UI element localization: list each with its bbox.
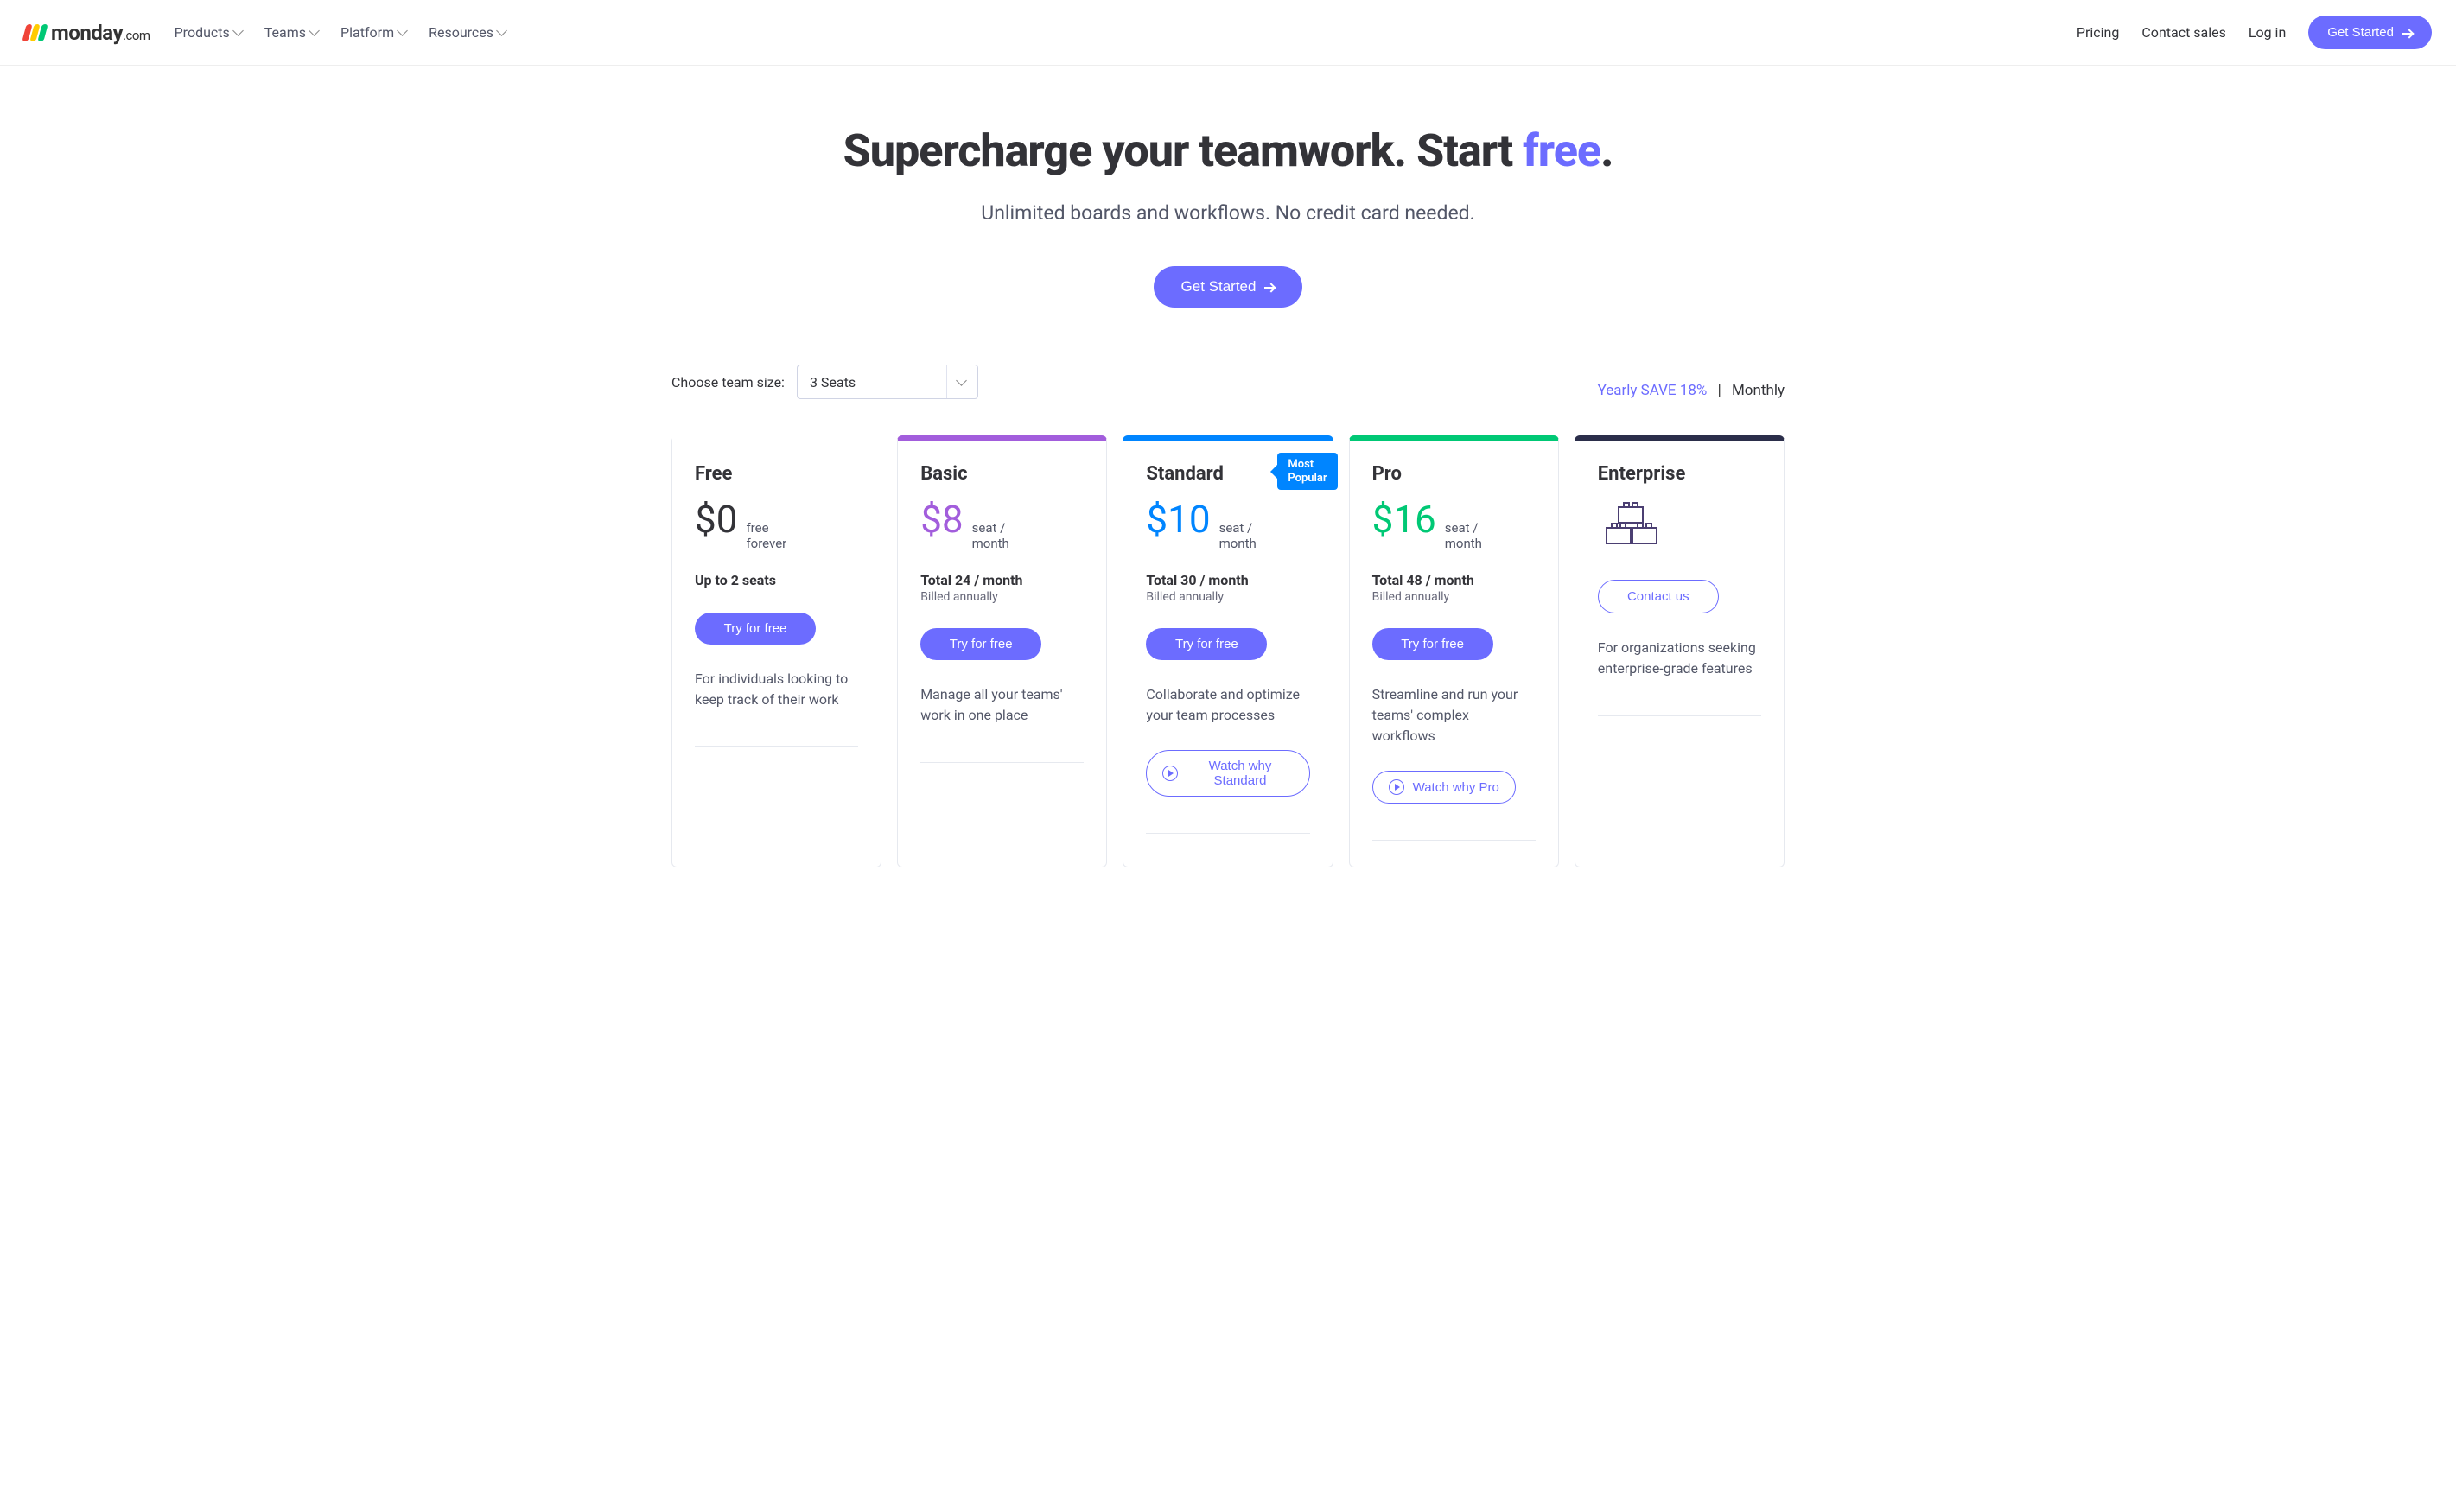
hero-title: Supercharge your teamwork. Start free.: [17, 124, 2439, 177]
plan-description: For organizations seeking enterprise-gra…: [1598, 638, 1761, 679]
get-started-hero-button[interactable]: Get Started: [1154, 266, 1303, 308]
plan-price: $0: [695, 497, 737, 542]
plan-card-enterprise: Enterprise Contact us For organizations …: [1575, 435, 1785, 867]
plan-description: Streamline and run your teams' complex w…: [1372, 684, 1536, 746]
plan-card-basic: Basic $8 seat /month Total 24 / month Bi…: [897, 435, 1107, 867]
main-nav: Products Teams Platform Resources: [175, 24, 506, 41]
plan-name: Enterprise: [1598, 463, 1761, 485]
chevron-down-icon: [496, 25, 507, 36]
plan-price-unit: seat /month: [1445, 520, 1482, 551]
plan-price-unit: seat /month: [1219, 520, 1257, 551]
watch-why-pro-button[interactable]: Watch why Pro: [1372, 771, 1516, 804]
team-size-select[interactable]: 3 Seats: [797, 365, 978, 399]
arrow-right-icon: [2402, 28, 2413, 38]
plan-price: $8: [920, 497, 963, 542]
try-for-free-button[interactable]: Try for free: [1146, 628, 1267, 660]
plan-name: Basic: [920, 463, 1084, 485]
logo-text: monday.com: [51, 21, 150, 45]
watch-why-standard-button[interactable]: Watch why Standard: [1146, 750, 1309, 797]
select-chevron-icon: [946, 365, 965, 398]
plan-controls: Choose team size: 3 Seats Yearly SAVE 18…: [640, 365, 1816, 399]
header-right: Pricing Contact sales Log in Get Started: [2077, 16, 2432, 49]
arrow-right-icon: [1264, 282, 1275, 292]
try-for-free-button[interactable]: Try for free: [920, 628, 1041, 660]
plan-price: $10: [1146, 497, 1210, 542]
play-icon: [1389, 779, 1404, 795]
plan-divider: [920, 762, 1084, 763]
plan-price: $16: [1372, 497, 1436, 542]
chevron-down-icon: [309, 25, 320, 36]
login-link[interactable]: Log in: [2249, 24, 2286, 41]
plan-name: Free: [695, 463, 858, 485]
logo-marks-icon: [24, 24, 46, 41]
plan-divider: [1372, 840, 1536, 841]
plans-grid: Free $0 freeforever Up to 2 seats Try fo…: [640, 435, 1816, 867]
plan-billing-note: Billed annually: [1146, 590, 1309, 604]
team-size-label: Choose team size:: [671, 374, 785, 391]
plan-description: For individuals looking to keep track of…: [695, 669, 858, 710]
contact-sales-link[interactable]: Contact sales: [2141, 24, 2225, 41]
chevron-down-icon: [232, 25, 244, 36]
plan-description: Manage all your teams' work in one place: [920, 684, 1084, 726]
get-started-header-button[interactable]: Get Started: [2308, 16, 2432, 49]
building-blocks-icon: [1598, 500, 1761, 556]
hero-subtitle: Unlimited boards and workflows. No credi…: [17, 201, 2439, 225]
plan-name: Pro: [1372, 463, 1536, 485]
team-size-row: Choose team size: 3 Seats: [671, 365, 978, 399]
logo[interactable]: monday.com: [24, 21, 150, 45]
plan-divider: [695, 746, 858, 747]
most-popular-badge: MostPopular: [1277, 453, 1337, 490]
hero-section: Supercharge your teamwork. Start free. U…: [0, 66, 2456, 334]
price-row: $8 seat /month: [920, 497, 1084, 551]
main-header: monday.com Products Teams Platform Resou…: [0, 0, 2456, 66]
billing-monthly-tab[interactable]: Monthly: [1732, 382, 1785, 399]
chevron-down-icon: [397, 25, 408, 36]
plan-divider: [1598, 715, 1761, 716]
plan-description: Collaborate and optimize your team proce…: [1146, 684, 1309, 726]
play-icon: [1162, 766, 1178, 781]
plan-seats: Up to 2 seats: [695, 572, 858, 588]
pricing-link[interactable]: Pricing: [2077, 24, 2120, 41]
plan-price-unit: seat /month: [972, 520, 1009, 551]
team-size-value: 3 Seats: [810, 374, 856, 391]
contact-us-button[interactable]: Contact us: [1598, 580, 1719, 613]
plan-total: Total 30 / month: [1146, 572, 1309, 588]
plan-total: Total 48 / month: [1372, 572, 1536, 588]
nav-item-products[interactable]: Products: [175, 24, 242, 41]
price-row: $10 seat /month: [1146, 497, 1309, 551]
plan-billing-note: Billed annually: [1372, 590, 1536, 604]
billing-yearly-tab[interactable]: Yearly SAVE 18%: [1598, 382, 1708, 399]
try-for-free-button[interactable]: Try for free: [1372, 628, 1493, 660]
price-row: $16 seat /month: [1372, 497, 1536, 551]
plan-divider: [1146, 833, 1309, 834]
plan-billing-note: Billed annually: [920, 590, 1084, 604]
nav-item-platform[interactable]: Platform: [340, 24, 406, 41]
billing-separator: |: [1718, 382, 1721, 399]
nav-item-teams[interactable]: Teams: [264, 24, 318, 41]
plan-card-pro: Pro $16 seat /month Total 48 / month Bil…: [1349, 435, 1559, 867]
try-for-free-button[interactable]: Try for free: [695, 613, 816, 645]
header-left: monday.com Products Teams Platform Resou…: [24, 21, 506, 45]
plan-price-unit: freeforever: [746, 520, 786, 551]
plan-card-standard: MostPopular Standard $10 seat /month Tot…: [1123, 435, 1333, 867]
plan-total: Total 24 / month: [920, 572, 1084, 588]
billing-toggle: Yearly SAVE 18% | Monthly: [1598, 382, 1785, 399]
plan-card-free: Free $0 freeforever Up to 2 seats Try fo…: [671, 435, 881, 867]
nav-item-resources[interactable]: Resources: [429, 24, 506, 41]
price-row: $0 freeforever: [695, 497, 858, 551]
